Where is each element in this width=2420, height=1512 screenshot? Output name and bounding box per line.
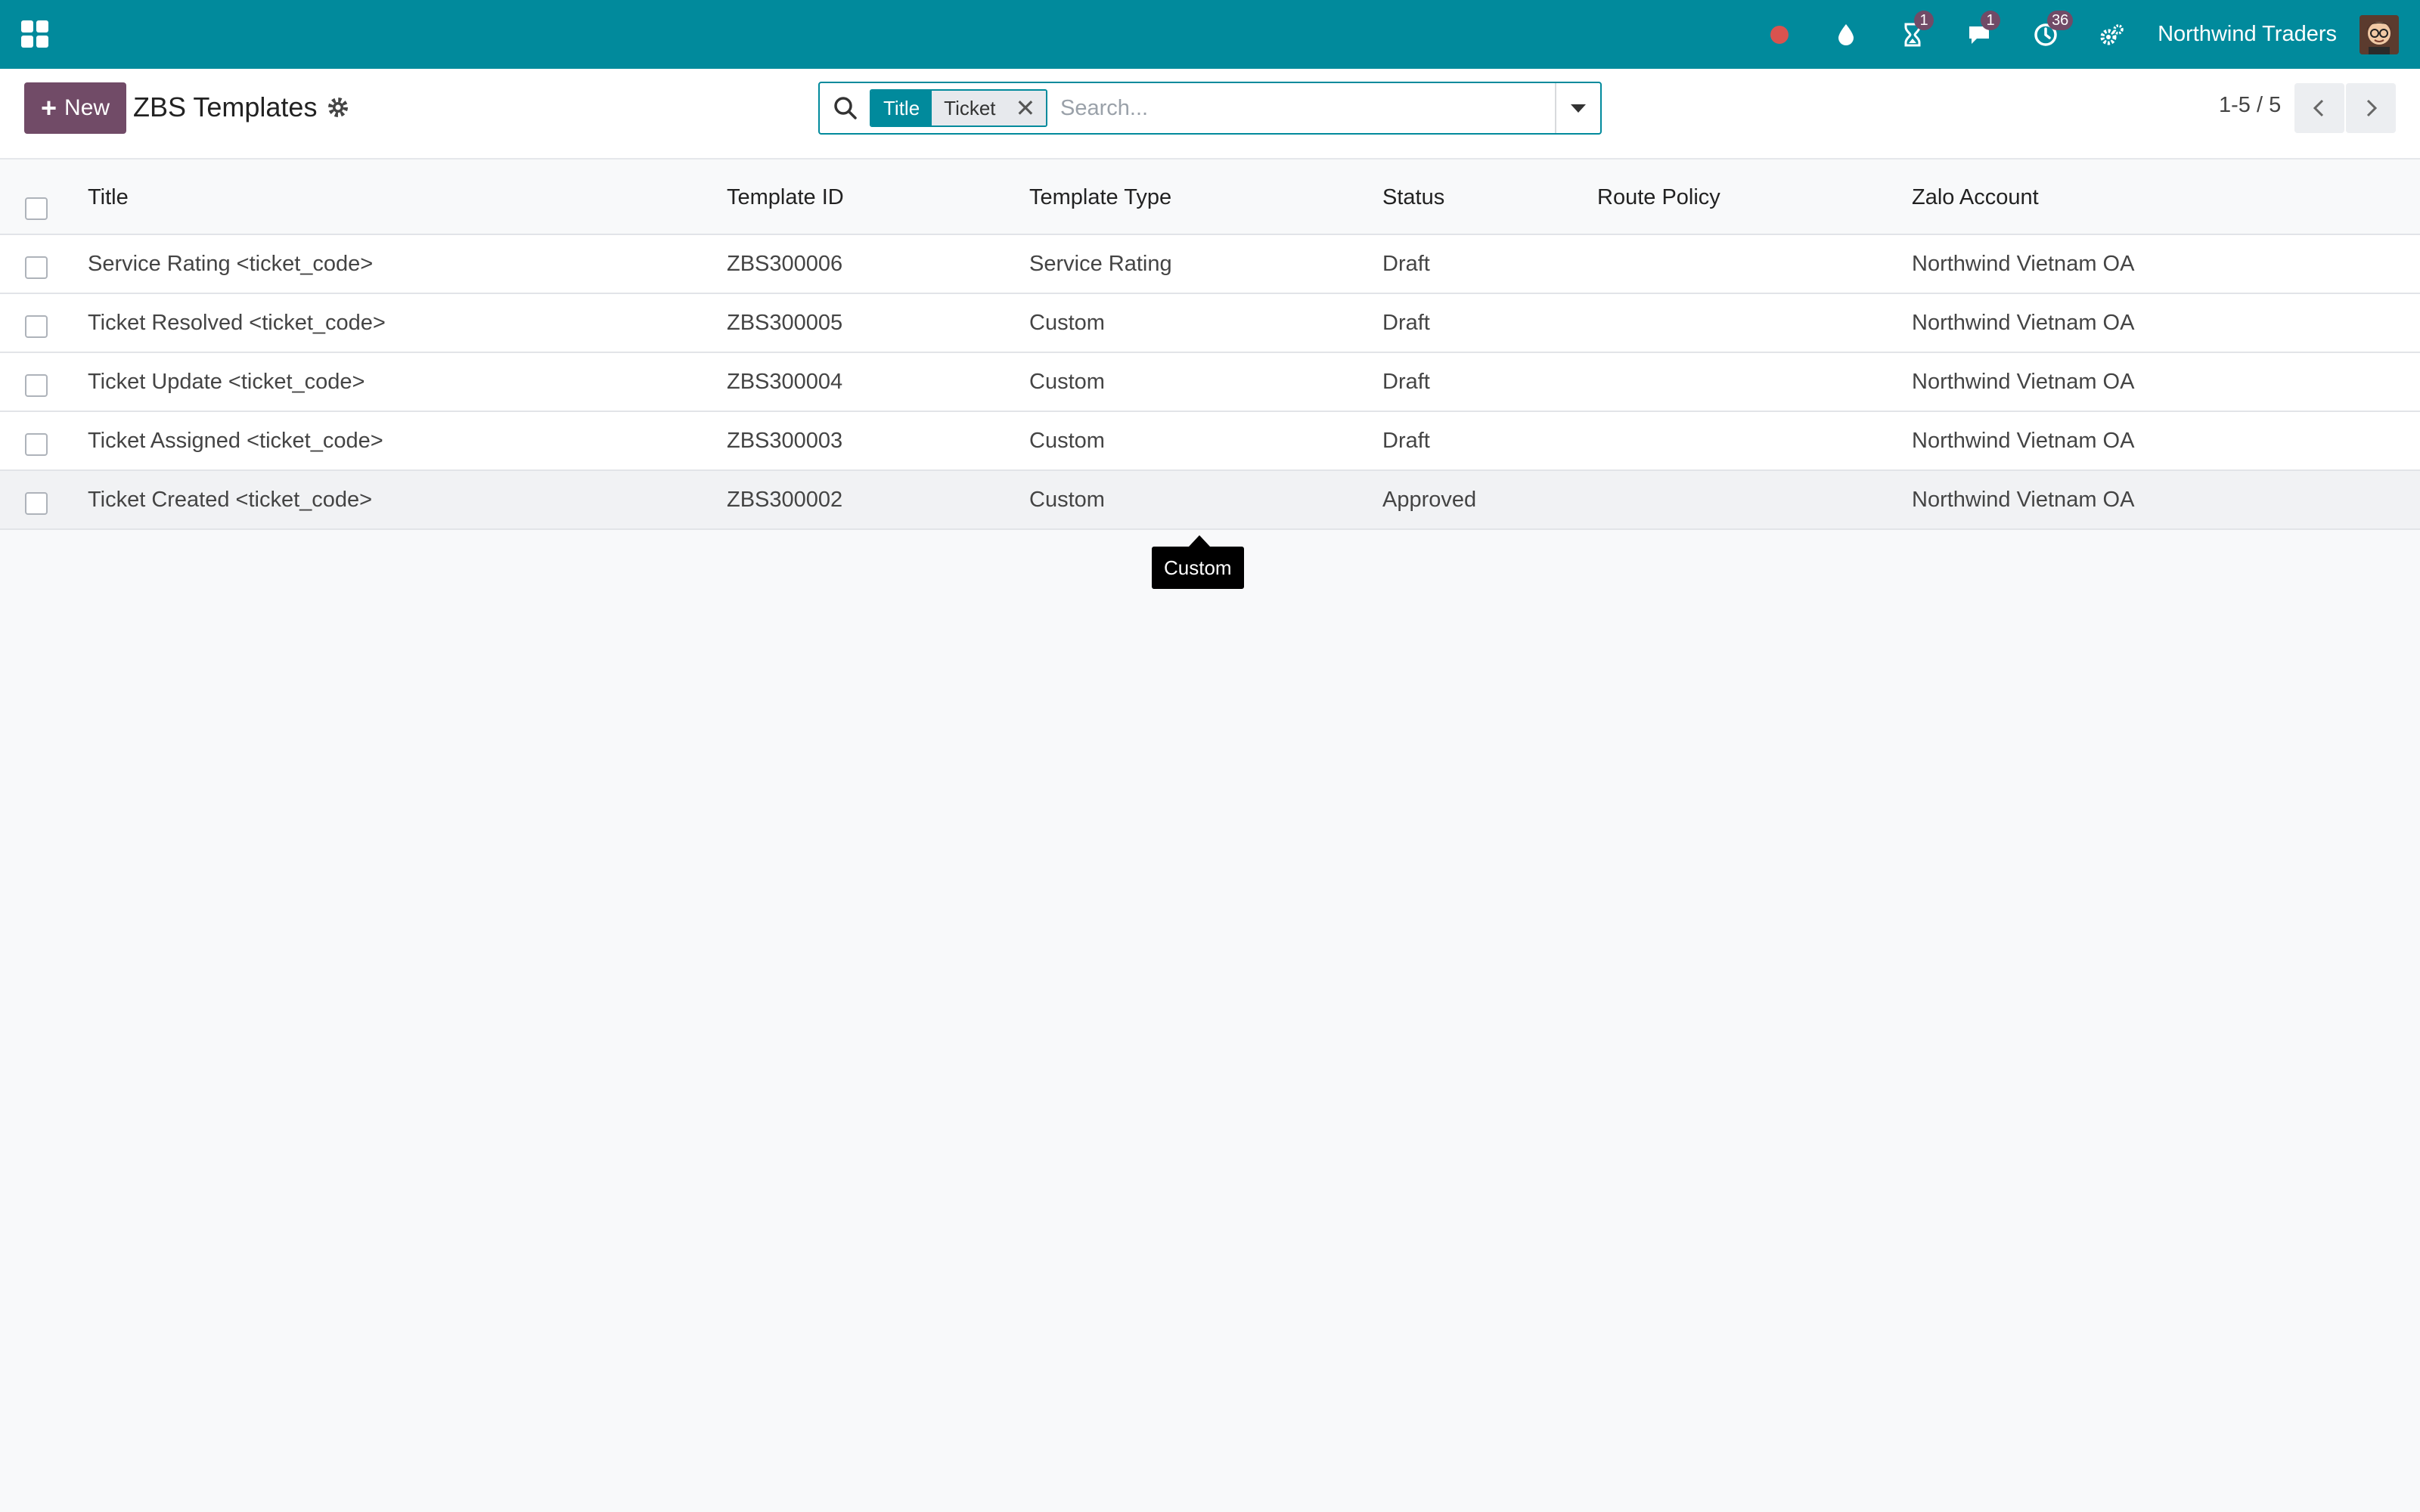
drop-icon[interactable]: [1831, 20, 1861, 50]
pager-value[interactable]: 1-5 / 5: [2219, 93, 2281, 118]
pager-next-button[interactable]: [2346, 83, 2396, 133]
chevron-right-icon: [2366, 99, 2378, 117]
table-header: Title Template ID Template Type Status R…: [0, 160, 2420, 235]
navbar-systray: 1 1 36 Northwind Traders: [1764, 0, 2399, 69]
cell-template-id: ZBS300002: [727, 488, 843, 512]
column-header-template-type[interactable]: Template Type: [1029, 185, 1171, 210]
cell-zalo-account: Northwind Vietnam OA: [1912, 429, 2135, 453]
cell-title: Ticket Assigned <ticket_code>: [88, 429, 383, 453]
new-button-label: New: [64, 95, 110, 120]
table-row[interactable]: Ticket Assigned <ticket_code> ZBS300003 …: [0, 412, 2420, 471]
cell-status: Draft: [1382, 311, 1430, 335]
cell-template-type: Custom: [1029, 429, 1105, 453]
cell-status: Draft: [1382, 252, 1430, 276]
row-checkbox[interactable]: [25, 315, 48, 338]
cell-template-id: ZBS300006: [727, 252, 843, 276]
column-header-template-id[interactable]: Template ID: [727, 185, 844, 210]
row-checkbox[interactable]: [25, 374, 48, 397]
cell-status: Draft: [1382, 429, 1430, 453]
user-avatar[interactable]: [2360, 14, 2399, 54]
table-row[interactable]: Ticket Resolved <ticket_code> ZBS300005 …: [0, 294, 2420, 353]
tooltip: Custom: [1152, 547, 1244, 589]
company-switcher[interactable]: Northwind Traders: [2158, 22, 2337, 47]
search-input[interactable]: [1060, 89, 1529, 127]
row-checkbox[interactable]: [25, 492, 48, 515]
cell-zalo-account: Northwind Vietnam OA: [1912, 252, 2135, 276]
facet-value-container: Ticket ✕: [932, 91, 1047, 125]
search-options-toggle[interactable]: [1555, 83, 1600, 133]
cell-template-type: Custom: [1029, 311, 1105, 335]
chevron-left-icon: [2313, 99, 2324, 117]
cell-template-type: Custom: [1029, 488, 1105, 512]
plus-icon: +: [41, 92, 57, 123]
cell-status: Approved: [1382, 488, 1477, 512]
hourglass-icon[interactable]: 1: [1897, 10, 1934, 50]
column-header-title[interactable]: Title: [88, 185, 129, 210]
tooltip-arrow: [1189, 535, 1210, 547]
pager-previous-button[interactable]: [2294, 83, 2344, 133]
cell-zalo-account: Northwind Vietnam OA: [1912, 370, 2135, 394]
cell-status: Draft: [1382, 370, 1430, 394]
chat-icon[interactable]: 1: [1964, 10, 2001, 50]
cell-title: Ticket Update <ticket_code>: [88, 370, 365, 394]
search-facet: Title Ticket ✕: [870, 89, 1048, 127]
facet-value: Ticket: [944, 96, 996, 119]
apps-menu-icon[interactable]: [20, 19, 50, 49]
column-header-route-policy[interactable]: Route Policy: [1597, 185, 1720, 210]
caret-down-icon: [1571, 104, 1586, 113]
facet-label: Title: [871, 91, 932, 125]
chat-badge: 1: [1981, 10, 2001, 30]
top-navbar: 1 1 36 Northwind Traders: [0, 0, 2420, 69]
select-all-checkbox[interactable]: [25, 197, 48, 220]
cell-template-id: ZBS300003: [727, 429, 843, 453]
search-bar: Title Ticket ✕: [818, 82, 1602, 135]
activity-badge: 36: [2047, 10, 2074, 30]
settings-cogs-icon[interactable]: [2097, 20, 2127, 50]
table-row[interactable]: Ticket Created <ticket_code> ZBS300002 C…: [0, 471, 2420, 530]
cell-title: Ticket Created <ticket_code>: [88, 488, 373, 512]
row-checkbox[interactable]: [25, 256, 48, 279]
gear-icon[interactable]: [325, 94, 351, 120]
row-checkbox[interactable]: [25, 433, 48, 456]
table-row[interactable]: Service Rating <ticket_code> ZBS300006 S…: [0, 235, 2420, 294]
cell-template-type: Custom: [1029, 370, 1105, 394]
recording-dot-icon[interactable]: [1764, 20, 1795, 50]
hourglass-badge: 1: [1914, 10, 1934, 30]
cell-template-id: ZBS300005: [727, 311, 843, 335]
cell-template-type: Service Rating: [1029, 252, 1172, 276]
column-header-status[interactable]: Status: [1382, 185, 1444, 210]
close-icon[interactable]: ✕: [1016, 96, 1036, 120]
cell-template-id: ZBS300004: [727, 370, 843, 394]
table-row[interactable]: Ticket Update <ticket_code> ZBS300004 Cu…: [0, 353, 2420, 412]
column-header-zalo-account[interactable]: Zalo Account: [1912, 185, 2039, 210]
control-panel: + New ZBS Templates Title Ticket ✕ 1-5 /…: [0, 69, 2420, 160]
cell-zalo-account: Northwind Vietnam OA: [1912, 488, 2135, 512]
cell-zalo-account: Northwind Vietnam OA: [1912, 311, 2135, 335]
page-title: ZBS Templates: [133, 91, 318, 122]
list-view: Title Template ID Template Type Status R…: [0, 160, 2420, 530]
cell-title: Ticket Resolved <ticket_code>: [88, 311, 386, 335]
search-icon[interactable]: [832, 94, 859, 122]
activity-clock-icon[interactable]: 36: [2031, 10, 2074, 50]
new-button[interactable]: + New: [24, 82, 127, 134]
cell-title: Service Rating <ticket_code>: [88, 252, 374, 276]
